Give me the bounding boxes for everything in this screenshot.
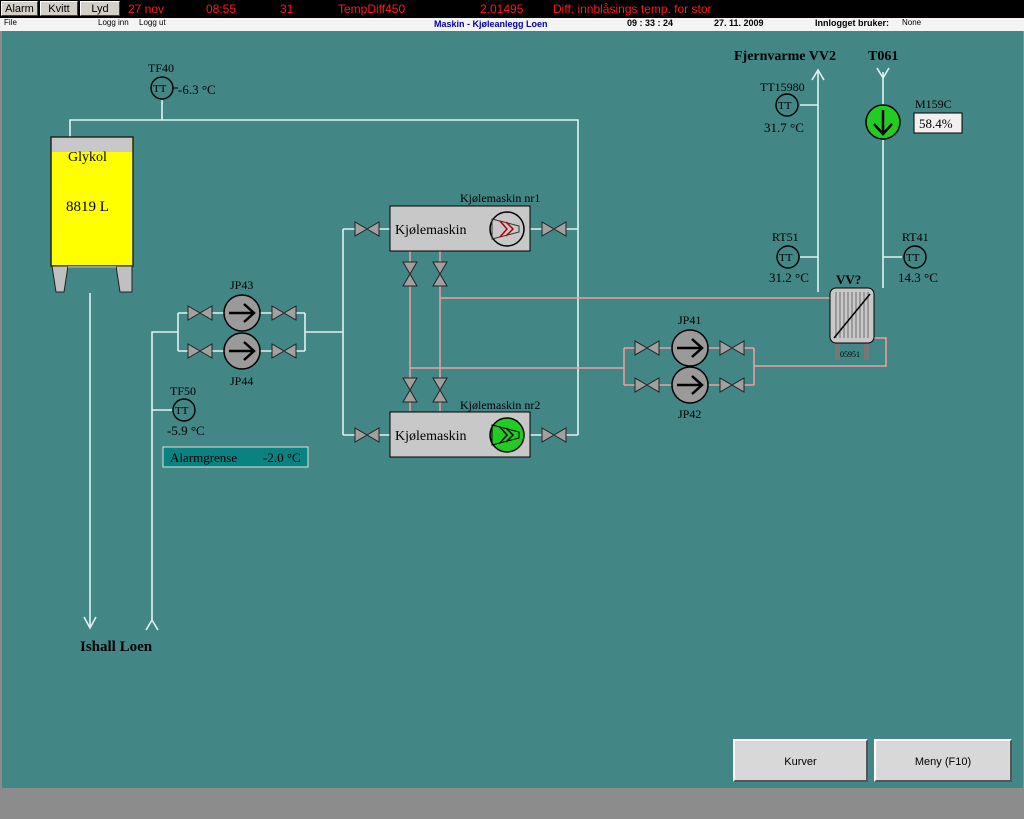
hx-id: 05951: [840, 350, 860, 359]
m159c-value: 58.4%: [919, 116, 953, 131]
process-diagram: Glykol 8819 L TF40 TT -6.3 °C TF50 TT -5…: [2, 31, 1023, 788]
heat-exchanger[interactable]: VV? 05951: [829, 272, 875, 360]
tf50-name: TF50: [170, 384, 196, 398]
valve[interactable]: [354, 427, 380, 443]
rt51-symbol: TT: [779, 252, 793, 264]
info-bar: File Logg inn Logg ut Maskin - Kjøleanle…: [0, 18, 1024, 31]
valve[interactable]: [719, 377, 745, 393]
valve[interactable]: [402, 261, 418, 287]
alarm-limit-box[interactable]: Alarmgrense -2.0 °C: [162, 446, 309, 468]
meny-button[interactable]: Meny (F10): [874, 739, 1012, 782]
rt41-value: 14.3 °C: [898, 270, 938, 285]
glykol-tank[interactable]: Glykol 8819 L: [50, 136, 134, 293]
user-label: Innlogget bruker:: [815, 18, 889, 28]
rt41-name: RT41: [902, 230, 929, 244]
alarm-limit-label: Alarmgrense: [170, 450, 237, 465]
valve[interactable]: [432, 261, 448, 287]
valve[interactable]: [187, 343, 213, 359]
user-value: None: [902, 18, 922, 27]
rt51-name: RT51: [772, 230, 799, 244]
jp44-label: JP44: [230, 374, 253, 388]
pump-jp44[interactable]: JP44: [223, 332, 261, 388]
hx-name: VV?: [836, 272, 861, 287]
kvitt-button[interactable]: Kvitt: [40, 1, 78, 16]
m159c-name: M159C: [915, 97, 952, 111]
kurver-button[interactable]: Kurver: [733, 739, 868, 782]
valve[interactable]: [634, 340, 660, 356]
pump-jp42[interactable]: JP42: [671, 366, 709, 421]
tt15980-value: 31.7 °C: [764, 120, 804, 135]
valve[interactable]: [271, 343, 297, 359]
t061-label: T061: [868, 49, 898, 64]
pump-jp41[interactable]: JP41: [671, 313, 709, 367]
login-link[interactable]: Logg inn: [98, 18, 129, 27]
chiller2-label: Kjølemaskin: [395, 429, 467, 444]
tank-name: Glykol: [68, 150, 107, 165]
alarm-limit-value: -2.0 °C: [263, 450, 301, 465]
rt41-symbol: TT: [906, 252, 920, 264]
file-menu[interactable]: File: [4, 18, 17, 27]
tf50-sensor[interactable]: TF50 TT -5.9 °C: [167, 384, 205, 438]
valve[interactable]: [354, 221, 380, 237]
clock-date: 27. 11. 2009: [714, 18, 764, 28]
tf50-symbol: TT: [175, 405, 189, 417]
tt15980-name: TT15980: [760, 80, 805, 94]
tf40-value: -6.3 °C: [178, 82, 216, 97]
tf40-symbol: TT: [153, 83, 167, 95]
jp43-label: JP43: [230, 278, 253, 292]
chiller-1[interactable]: Kjølemaskin nr1 Kjølemaskin: [389, 191, 540, 252]
fjernvarme-label: Fjernvarme VV2: [734, 49, 836, 64]
tt15980-sensor[interactable]: TT15980 TT 31.7 °C: [760, 80, 805, 135]
m159c-actuator[interactable]: M159C 58.4%: [865, 97, 963, 140]
chiller-2[interactable]: Kjølemaskin nr2 Kjølemaskin: [389, 398, 540, 458]
alarm-tag: TempDiff450: [338, 2, 406, 16]
tt15980-symbol: TT: [778, 100, 792, 112]
valve[interactable]: [187, 305, 213, 321]
valve[interactable]: [634, 377, 660, 393]
tf50-value: -5.9 °C: [167, 423, 205, 438]
jp42-label: JP42: [678, 407, 701, 421]
tank-volume: 8819 L: [66, 199, 109, 215]
valve[interactable]: [402, 377, 418, 403]
logout-link[interactable]: Logg ut: [139, 18, 166, 27]
alarm-number: 31: [280, 2, 294, 16]
chiller2-title: Kjølemaskin nr2: [460, 398, 540, 412]
alarm-message: Diff. innblåsings temp. for stor: [553, 2, 712, 16]
tf40-name: TF40: [148, 61, 174, 75]
clock-time: 09 : 33 : 24: [627, 18, 674, 28]
alarm-time: 08:55: [206, 2, 237, 16]
chiller1-title: Kjølemaskin nr1: [460, 191, 540, 205]
alarm-bar: Alarm Kvitt Lyd 27 nov 08:55 31 TempDiff…: [0, 0, 1024, 18]
tf40-sensor[interactable]: TF40 TT -6.3 °C: [148, 61, 216, 100]
pump-jp43[interactable]: JP43: [223, 278, 261, 332]
chiller1-label: Kjølemaskin: [395, 223, 467, 238]
valve[interactable]: [432, 377, 448, 403]
rt41-sensor[interactable]: RT41 TT 14.3 °C: [898, 230, 938, 285]
screen-title: Maskin - Kjøleanlegg Loen: [434, 19, 548, 29]
valve[interactable]: [271, 305, 297, 321]
alarm-value: 2.01495: [480, 2, 524, 16]
valve[interactable]: [541, 427, 567, 443]
valve[interactable]: [719, 340, 745, 356]
alarm-date: 27 nov: [128, 2, 165, 16]
process-diagram-svg: Glykol 8819 L TF40 TT -6.3 °C TF50 TT -5…: [50, 49, 963, 655]
jp41-label: JP41: [678, 313, 701, 327]
valve[interactable]: [541, 221, 567, 237]
ishall-label: Ishall Loen: [80, 639, 153, 655]
lyd-button[interactable]: Lyd: [80, 1, 120, 16]
rt51-value: 31.2 °C: [769, 270, 809, 285]
alarm-button[interactable]: Alarm: [1, 1, 38, 16]
hot-pipes: [409, 251, 887, 411]
